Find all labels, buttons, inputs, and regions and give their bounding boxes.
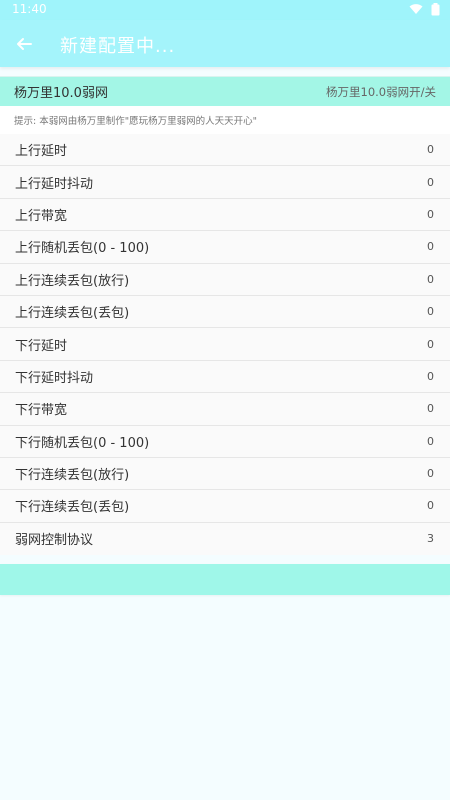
config-name: 杨万里10.0弱网 — [14, 86, 108, 101]
setting-value: 0 — [427, 175, 434, 189]
status-bar: 11:40 — [0, 0, 450, 20]
setting-row[interactable]: 上行带宽 0 — [0, 198, 450, 232]
setting-row[interactable]: 上行延时 0 — [0, 134, 450, 167]
setting-label: 下行连续丢包(放行) — [15, 468, 130, 484]
setting-row[interactable]: 下行随机丢包(0 - 100) 0 — [0, 425, 450, 458]
setting-value: 0 — [427, 240, 434, 254]
setting-value: 0 — [427, 369, 434, 383]
setting-label: 下行延时 — [15, 338, 68, 354]
battery-icon — [431, 3, 440, 16]
setting-value: 0 — [427, 143, 434, 157]
weaknet-toggle-row[interactable]: 杨万里10.0弱网 杨万里10.0弱网开/关 — [0, 76, 450, 106]
setting-row[interactable]: 上行连续丢包(放行) 0 — [0, 263, 450, 296]
setting-value: 0 — [427, 207, 434, 221]
setting-label: 下行延时抖动 — [15, 370, 94, 386]
setting-label: 下行随机丢包(0 - 100) — [15, 435, 150, 451]
setting-label: 下行连续丢包(丢包) — [15, 500, 130, 516]
setting-label: 弱网控制协议 — [15, 533, 94, 549]
setting-row[interactable]: 上行随机丢包(0 - 100) 0 — [0, 231, 450, 264]
setting-value: 3 — [427, 532, 434, 546]
setting-label: 上行随机丢包(0 - 100) — [15, 241, 150, 257]
app-bar: 新建配置中... — [0, 20, 450, 67]
setting-row[interactable]: 下行连续丢包(放行) 0 — [0, 457, 450, 491]
setting-value: 0 — [427, 337, 434, 351]
setting-label: 上行带宽 — [15, 208, 68, 224]
setting-value: 0 — [427, 434, 434, 448]
setting-row[interactable]: 下行带宽 0 — [0, 393, 450, 426]
start-button[interactable] — [0, 564, 450, 595]
page-title: 新建配置中... — [60, 36, 176, 57]
tip-text: 提示: 本弱网由杨万里制作"愿玩杨万里弱网的人天天开心" — [0, 106, 450, 134]
setting-value: 0 — [427, 467, 434, 481]
setting-row[interactable]: 下行延时 0 — [0, 328, 450, 361]
back-button[interactable] — [10, 30, 38, 58]
setting-label: 下行带宽 — [15, 403, 68, 419]
setting-row[interactable]: 下行连续丢包(丢包) 0 — [0, 490, 450, 523]
setting-value: 0 — [427, 305, 434, 319]
main-content: 杨万里10.0弱网 杨万里10.0弱网开/关 提示: 本弱网由杨万里制作"愿玩杨… — [0, 76, 450, 556]
setting-row[interactable]: 下行延时抖动 0 — [0, 360, 450, 394]
setting-label: 上行连续丢包(丢包) — [15, 306, 130, 322]
setting-row[interactable]: 上行延时抖动 0 — [0, 166, 450, 199]
setting-value: 0 — [427, 402, 434, 416]
setting-row[interactable]: 上行连续丢包(丢包) 0 — [0, 295, 450, 329]
toggle-label[interactable]: 杨万里10.0弱网开/关 — [326, 84, 436, 100]
settings-list: 上行延时 0 上行延时抖动 0 上行带宽 0 上行随机丢包(0 - 100) 0 上行连续丢包(… — [0, 134, 450, 556]
setting-row[interactable]: 弱网控制协议 3 — [0, 522, 450, 556]
wifi-icon — [409, 4, 423, 14]
arrow-left-icon — [17, 38, 32, 50]
setting-value: 0 — [427, 499, 434, 513]
setting-label: 上行连续丢包(放行) — [15, 273, 130, 289]
status-time: 11:40 — [12, 2, 47, 16]
setting-value: 0 — [427, 272, 434, 286]
status-icons — [409, 3, 440, 16]
setting-label: 上行延时 — [15, 144, 68, 160]
setting-label: 上行延时抖动 — [15, 176, 94, 192]
